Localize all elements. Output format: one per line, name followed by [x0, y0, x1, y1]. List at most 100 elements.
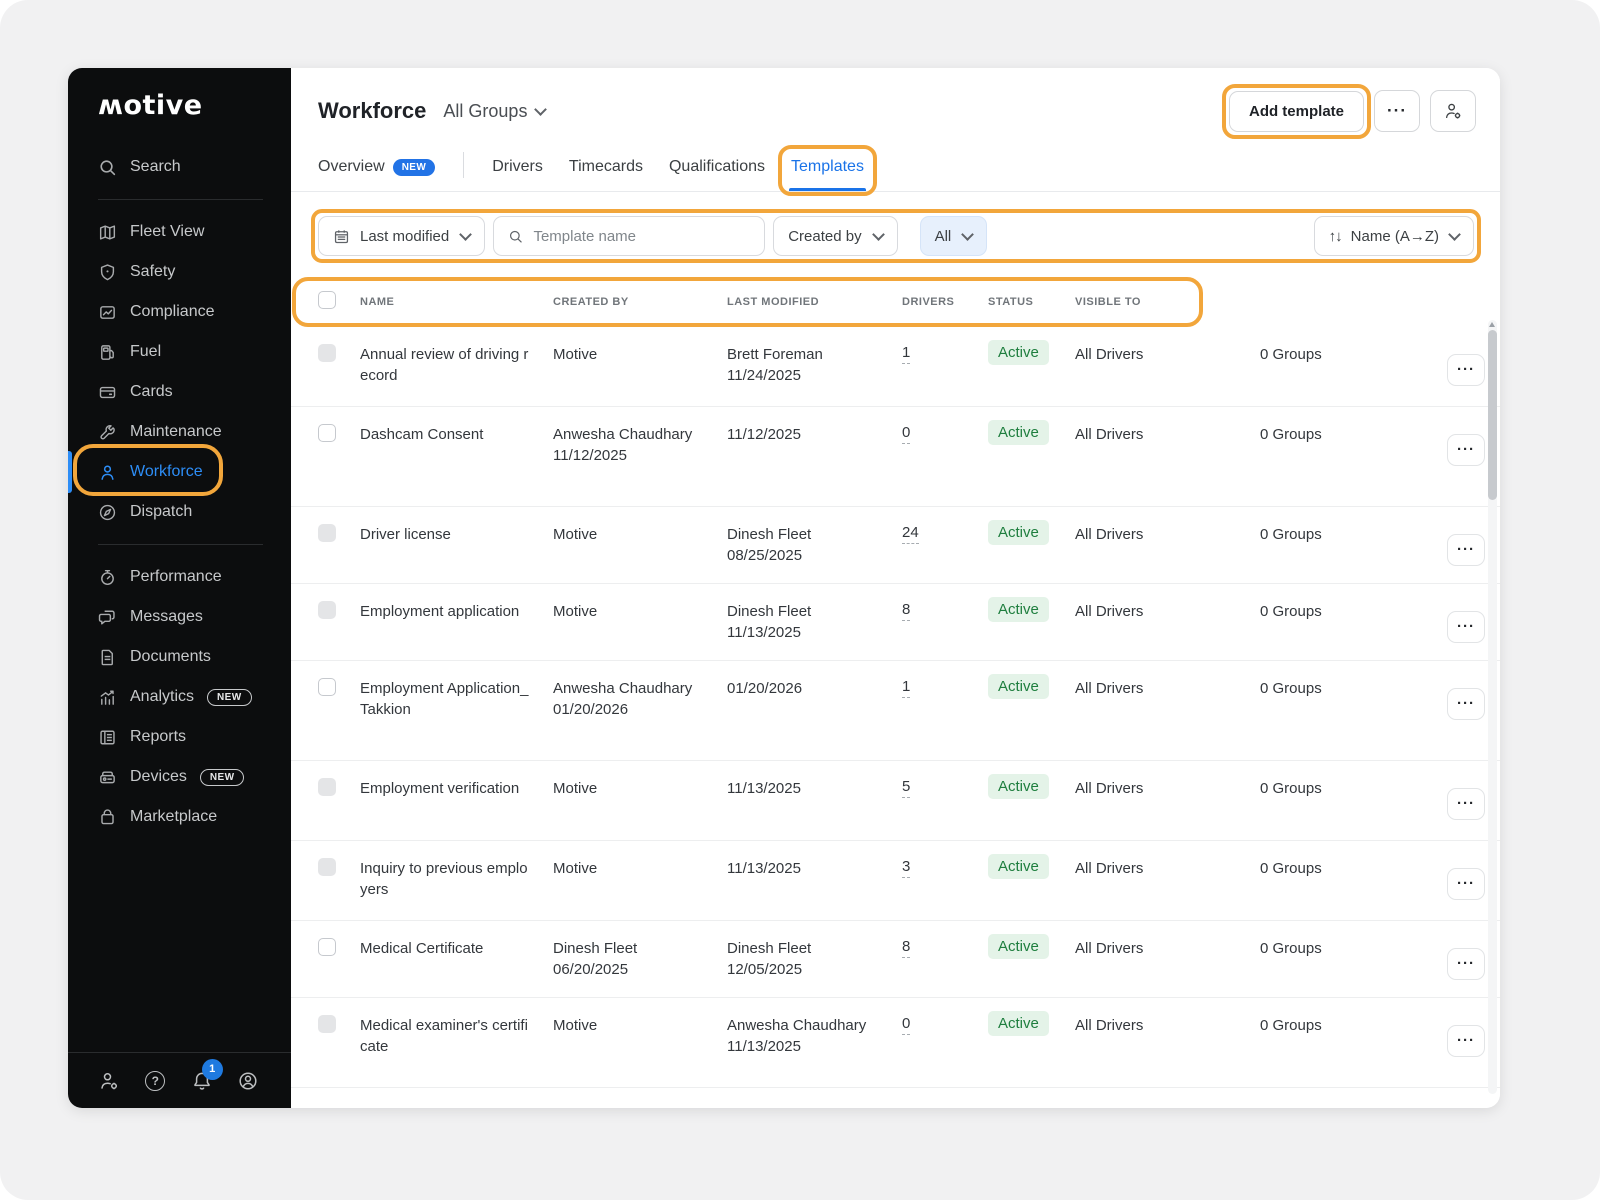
- drivers-count[interactable]: 1: [902, 678, 911, 698]
- drivers-count[interactable]: 24: [902, 524, 919, 544]
- tab-timecards[interactable]: Timecards: [569, 158, 643, 191]
- row-checkbox[interactable]: [318, 938, 336, 956]
- tab-qualifications[interactable]: Qualifications: [669, 158, 765, 191]
- sidebar-item-analytics[interactable]: Analytics NEW: [68, 677, 291, 717]
- template-name-input[interactable]: [533, 227, 751, 245]
- group-selector[interactable]: All Groups: [443, 101, 548, 122]
- ellipsis-icon: ···: [1457, 875, 1475, 892]
- new-badge: NEW: [199, 768, 245, 786]
- sidebar-item-marketplace[interactable]: Marketplace: [68, 797, 291, 837]
- calendar-icon: [334, 229, 349, 243]
- table-row[interactable]: Driver license Motive Dinesh Fleet 08/25/…: [291, 507, 1500, 584]
- table-row[interactable]: Medical examiner's certificate Motive An…: [291, 998, 1500, 1088]
- drivers-count[interactable]: 1: [902, 344, 911, 364]
- sidebar-item-fuel[interactable]: Fuel: [68, 332, 291, 372]
- template-name-search[interactable]: [493, 216, 766, 256]
- ellipsis-icon: ···: [1387, 101, 1407, 120]
- drivers-count[interactable]: 8: [902, 938, 911, 958]
- drivers-count[interactable]: 8: [902, 601, 911, 621]
- groups-count: 0 Groups: [1260, 603, 1322, 620]
- created-by-filter[interactable]: Created by: [773, 216, 898, 256]
- tab-overview[interactable]: Overview NEW: [318, 158, 436, 191]
- sidebar-item-reports[interactable]: Reports: [68, 717, 291, 757]
- groups-count: 0 Groups: [1260, 940, 1322, 957]
- column-header-name: NAME: [360, 296, 395, 308]
- sidebar-item-cards[interactable]: Cards: [68, 372, 291, 412]
- table-row[interactable]: Dashcam Consent Anwesha Chaudhary 11/12/2…: [291, 407, 1500, 507]
- tab-templates[interactable]: Templates: [778, 145, 877, 196]
- scrollbar-thumb[interactable]: [1488, 330, 1497, 500]
- device-icon: [98, 768, 117, 787]
- person-icon: [98, 463, 117, 482]
- sidebar-item-devices[interactable]: Devices NEW: [68, 757, 291, 797]
- admin-user-gear-icon[interactable]: [98, 1070, 120, 1092]
- table-row[interactable]: Annual review of driving record Motive B…: [291, 327, 1500, 407]
- last-modified-filter[interactable]: Last modified: [318, 216, 486, 256]
- table-row[interactable]: Medical Certificate Dinesh Fleet 06/20/20…: [291, 921, 1500, 998]
- row-menu-button[interactable]: ···: [1447, 534, 1485, 566]
- tab-drivers[interactable]: Drivers: [492, 158, 543, 191]
- table-row[interactable]: Inquiry to previous employers Motive 11/…: [291, 841, 1500, 921]
- table-row[interactable]: Employment application Motive Dinesh Fle…: [291, 584, 1500, 661]
- status-filter[interactable]: All: [919, 216, 988, 256]
- notifications-bell-icon[interactable]: 1: [191, 1058, 223, 1092]
- column-header-drivers: DRIVERS: [902, 296, 955, 308]
- add-template-button[interactable]: Add template: [1221, 83, 1371, 139]
- analytics-chart-icon: [98, 688, 117, 707]
- modified-date: 12/05/2025: [727, 961, 803, 978]
- sidebar-item-safety[interactable]: Safety: [68, 252, 291, 292]
- drivers-count[interactable]: 0: [902, 1015, 911, 1035]
- sidebar-item-fleet-view[interactable]: Fleet View: [68, 212, 291, 252]
- motive-logo: ʍotive: [98, 90, 203, 121]
- sidebar-item-documents[interactable]: Documents: [68, 637, 291, 677]
- sort-selector[interactable]: ↑↓ Name (A→Z): [1313, 216, 1474, 256]
- help-icon[interactable]: ?: [144, 1070, 166, 1092]
- created-by-name: Motive: [553, 1017, 598, 1034]
- table-row[interactable]: Employment verification Motive 11/13/202…: [291, 761, 1500, 841]
- row-menu-button[interactable]: ···: [1447, 1025, 1485, 1057]
- vertical-scrollbar[interactable]: [1488, 320, 1497, 1094]
- row-menu-button[interactable]: ···: [1447, 688, 1485, 720]
- template-name: Dashcam Consent: [360, 426, 484, 443]
- sidebar-item-maintenance[interactable]: Maintenance: [68, 412, 291, 452]
- sidebar-footer: ? 1: [68, 1052, 291, 1108]
- row-checkbox[interactable]: [318, 344, 336, 362]
- ellipsis-icon: ···: [1457, 1032, 1475, 1049]
- sidebar-item-messages[interactable]: Messages: [68, 597, 291, 637]
- row-checkbox[interactable]: [318, 524, 336, 542]
- row-checkbox[interactable]: [318, 1015, 336, 1033]
- table-row[interactable]: Employment Application_Takkion Anwesha C…: [291, 661, 1500, 761]
- manage-users-button[interactable]: [1430, 90, 1476, 132]
- sidebar-divider: [98, 544, 263, 545]
- row-menu-button[interactable]: ···: [1447, 788, 1485, 820]
- row-menu-button[interactable]: ···: [1447, 611, 1485, 643]
- row-checkbox[interactable]: [318, 424, 336, 442]
- sidebar-item-search[interactable]: Search: [68, 147, 291, 187]
- status-badge: Active: [988, 934, 1049, 959]
- table-header: NAME CREATED BY LAST MODIFIED DRIVERS ST…: [291, 277, 1500, 327]
- drivers-count[interactable]: 5: [902, 778, 911, 798]
- row-menu-button[interactable]: ···: [1447, 434, 1485, 466]
- row-menu-button[interactable]: ···: [1447, 354, 1485, 386]
- ellipsis-icon: ···: [1457, 955, 1475, 972]
- groups-count: 0 Groups: [1260, 680, 1322, 697]
- new-badge: NEW: [207, 688, 252, 706]
- drivers-count[interactable]: 3: [902, 858, 911, 878]
- more-actions-button[interactable]: ···: [1374, 90, 1420, 132]
- select-all-checkbox[interactable]: [318, 290, 336, 309]
- fuel-pump-icon: [98, 343, 117, 362]
- drivers-count[interactable]: 0: [902, 424, 911, 444]
- row-checkbox[interactable]: [318, 778, 336, 796]
- modified-date: 11/13/2025: [727, 1038, 801, 1055]
- sidebar-item-compliance[interactable]: Compliance: [68, 292, 291, 332]
- sidebar-item-performance[interactable]: Performance: [68, 557, 291, 597]
- account-icon[interactable]: [237, 1070, 259, 1092]
- row-checkbox[interactable]: [318, 601, 336, 619]
- sidebar-item-label: Safety: [130, 263, 176, 280]
- sidebar-item-dispatch[interactable]: Dispatch: [68, 492, 291, 532]
- row-checkbox[interactable]: [318, 678, 336, 696]
- row-menu-button[interactable]: ···: [1447, 868, 1485, 900]
- row-checkbox[interactable]: [318, 858, 336, 876]
- sidebar-item-workforce[interactable]: Workforce: [68, 444, 291, 496]
- row-menu-button[interactable]: ···: [1447, 948, 1485, 980]
